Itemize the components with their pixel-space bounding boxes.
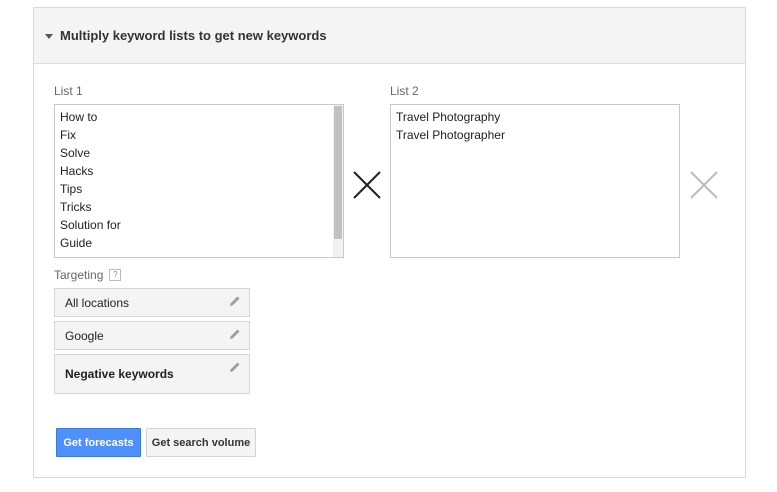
network-button[interactable]: Google [54, 321, 250, 350]
list-item: Tips [60, 182, 83, 196]
negative-keywords-button[interactable]: Negative keywords [54, 354, 250, 394]
locations-button[interactable]: All locations [54, 288, 250, 317]
targeting-text: Targeting [54, 268, 104, 282]
list-item: Fix [60, 128, 76, 142]
list2-label: List 2 [390, 84, 419, 98]
negative-keywords-label: Negative keywords [65, 367, 174, 381]
network-label: Google [65, 328, 104, 343]
targeting-label: Targeting ? [54, 268, 122, 282]
list-item: Tricks [60, 200, 92, 214]
pencil-icon[interactable] [229, 361, 241, 373]
get-forecasts-button[interactable]: Get forecasts [56, 428, 141, 457]
list1-scrollbar[interactable] [333, 105, 343, 257]
list-item: Hacks [60, 164, 94, 178]
add-list-icon[interactable] [689, 170, 719, 200]
list1-textarea[interactable]: How to Fix Solve Hacks Tips Tricks Solut… [54, 104, 344, 258]
list-item: Solve [60, 146, 91, 160]
pencil-icon[interactable] [229, 295, 241, 307]
get-search-volume-button[interactable]: Get search volume [146, 428, 256, 457]
panel-header[interactable]: Multiply keyword lists to get new keywor… [34, 8, 745, 64]
list-item: Travel Photography [396, 110, 501, 124]
multiply-icon [353, 171, 381, 199]
help-icon[interactable]: ? [109, 269, 122, 281]
list-item: Solution for [60, 218, 121, 232]
panel-title: Multiply keyword lists to get new keywor… [60, 28, 327, 43]
scroll-thumb[interactable] [334, 106, 342, 239]
list1-label: List 1 [54, 84, 83, 98]
list2-textarea[interactable]: Travel Photography Travel Photographer [390, 104, 680, 258]
pencil-icon[interactable] [229, 328, 241, 340]
locations-label: All locations [65, 295, 130, 310]
caret-down-icon[interactable] [45, 33, 53, 39]
list-item: Travel Photographer [396, 128, 505, 142]
list-item: Guide [60, 236, 93, 250]
list-item: How to [60, 110, 98, 124]
